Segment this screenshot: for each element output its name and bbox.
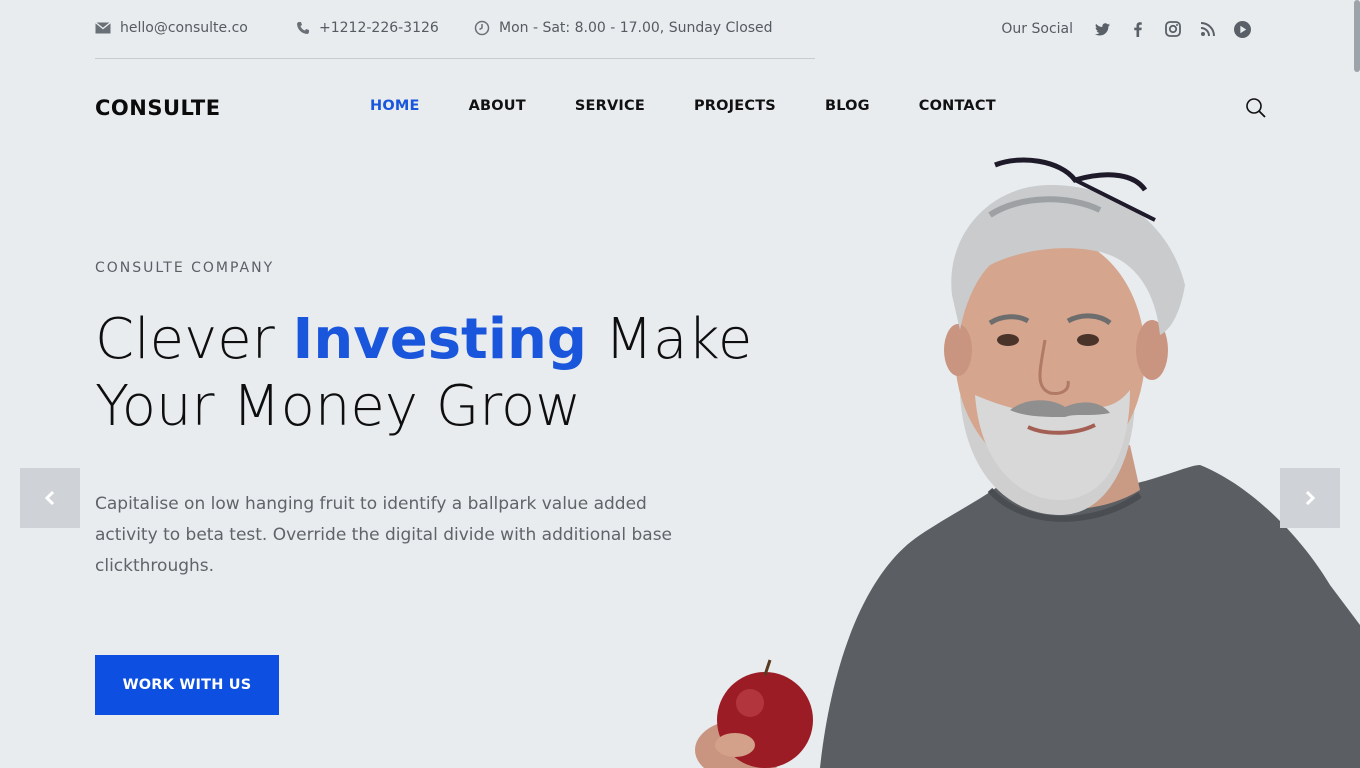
social-label: Our Social: [1001, 21, 1073, 37]
hero-description: Capitalise on low hanging fruit to ident…: [95, 494, 673, 576]
instagram-icon[interactable]: [1155, 19, 1190, 39]
youtube-icon[interactable]: [1225, 19, 1260, 39]
nav-item-projects[interactable]: PROJECTS: [694, 98, 776, 114]
hours-info: Mon - Sat: 8.00 - 17.00, Sunday Closed: [474, 20, 773, 36]
main-nav: HOME ABOUT SERVICE PROJECTS BLOG CONTACT: [370, 98, 1045, 114]
social-links: Our Social: [1001, 19, 1260, 39]
email-contact[interactable]: hello@consulte.co: [95, 20, 248, 36]
nav-item-service[interactable]: SERVICE: [575, 98, 645, 114]
hero-headline: Clever Investing Make Your Money Grow: [95, 306, 775, 440]
nav-item-about[interactable]: ABOUT: [469, 98, 526, 114]
hero-eyebrow: CONSULTE COMPANY: [95, 260, 275, 276]
logo[interactable]: CONSULTE: [95, 96, 221, 120]
phone-contact[interactable]: +1212-226-3126: [296, 20, 439, 36]
nav-item-blog[interactable]: BLOG: [825, 98, 870, 114]
page: hello@consulte.co +1212-226-3126 Mon - S…: [0, 0, 1360, 768]
rss-icon[interactable]: [1190, 19, 1225, 39]
headline-pre: Clever: [95, 307, 293, 372]
facebook-icon[interactable]: [1120, 19, 1155, 39]
headline-accent: Investing: [292, 307, 587, 372]
nav-item-home[interactable]: HOME: [370, 98, 420, 114]
page-scrollbar[interactable]: [1354, 0, 1360, 72]
hours-text: Mon - Sat: 8.00 - 17.00, Sunday Closed: [499, 20, 773, 36]
phone-icon: [297, 22, 309, 34]
hero-person-image: [695, 157, 1360, 768]
topbar: hello@consulte.co +1212-226-3126 Mon - S…: [95, 0, 815, 59]
email-text: hello@consulte.co: [120, 20, 248, 36]
nav-item-contact[interactable]: CONTACT: [919, 98, 996, 114]
twitter-icon[interactable]: [1085, 19, 1120, 39]
chevron-right-icon: [1305, 490, 1316, 506]
search-icon[interactable]: [1245, 97, 1267, 119]
clock-icon: [474, 20, 490, 36]
chevron-left-icon: [44, 490, 55, 506]
phone-text: +1212-226-3126: [319, 20, 439, 36]
slider-next-button[interactable]: [1280, 468, 1340, 528]
headline-line2: Your Money Grow: [95, 374, 582, 439]
slider-prev-button[interactable]: [20, 468, 80, 528]
work-with-us-button[interactable]: WORK WITH US: [95, 655, 279, 715]
envelope-icon: [95, 22, 111, 34]
